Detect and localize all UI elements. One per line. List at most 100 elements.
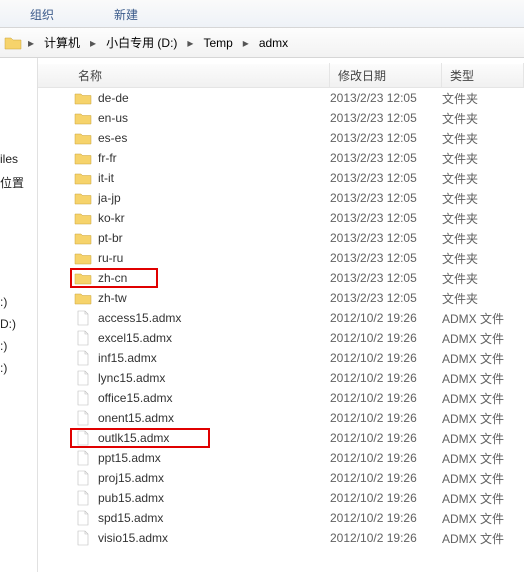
file-type: ADMX 文件	[442, 450, 524, 467]
sidebar-item[interactable]: :)	[0, 291, 37, 313]
file-name: pub15.admx	[98, 491, 330, 505]
list-item[interactable]: lync15.admx2012/10/2 19:26ADMX 文件	[38, 368, 524, 388]
chevron-right-icon[interactable]: ▸	[26, 36, 36, 50]
file-name: spd15.admx	[98, 511, 330, 525]
file-date: 2012/10/2 19:26	[330, 391, 442, 405]
file-name: access15.admx	[98, 311, 330, 325]
sidebar-item[interactable]	[0, 211, 37, 219]
list-item[interactable]: ko-kr2013/2/23 12:05文件夹	[38, 208, 524, 228]
list-item[interactable]: ru-ru2013/2/23 12:05文件夹	[38, 248, 524, 268]
file-name: proj15.admx	[98, 471, 330, 485]
file-icon	[74, 490, 92, 506]
chevron-right-icon[interactable]: ▸	[185, 36, 195, 50]
file-type: ADMX 文件	[442, 370, 524, 387]
address-bar[interactable]: ▸ 计算机 ▸ 小白专用 (D:) ▸ Temp ▸ admx	[0, 28, 524, 58]
file-type: 文件夹	[442, 150, 524, 167]
breadcrumb-item[interactable]: 小白专用 (D:)	[102, 32, 181, 53]
list-item[interactable]: spd15.admx2012/10/2 19:26ADMX 文件	[38, 508, 524, 528]
sidebar-item[interactable]	[0, 259, 37, 267]
file-type: ADMX 文件	[442, 310, 524, 327]
folder-icon	[74, 190, 92, 206]
sidebar-item[interactable]	[0, 235, 37, 243]
breadcrumb-item[interactable]: Temp	[199, 34, 236, 52]
column-type[interactable]: 类型	[442, 63, 524, 88]
menu-organize[interactable]: 组织	[0, 0, 84, 27]
file-type: ADMX 文件	[442, 330, 524, 347]
sidebar-item[interactable]	[0, 275, 37, 283]
list-item[interactable]: visio15.admx2012/10/2 19:26ADMX 文件	[38, 528, 524, 548]
sidebar-item[interactable]	[0, 219, 37, 227]
sidebar-item[interactable]: :)	[0, 335, 37, 357]
column-date[interactable]: 修改日期	[330, 63, 442, 88]
menu-new[interactable]: 新建	[84, 0, 168, 27]
breadcrumb-item[interactable]: 计算机	[40, 32, 84, 53]
sidebar-item[interactable]	[0, 243, 37, 251]
file-icon	[74, 390, 92, 406]
file-type: 文件夹	[442, 130, 524, 147]
file-date: 2012/10/2 19:26	[330, 451, 442, 465]
folder-icon	[74, 250, 92, 266]
sidebar-item[interactable]	[0, 283, 37, 291]
breadcrumb-item[interactable]: admx	[255, 34, 292, 52]
folder-icon	[74, 110, 92, 126]
file-icon	[74, 370, 92, 386]
file-name: ja-jp	[98, 191, 330, 205]
file-type: ADMX 文件	[442, 390, 524, 407]
file-type: 文件夹	[442, 250, 524, 267]
file-date: 2013/2/23 12:05	[330, 251, 442, 265]
list-item[interactable]: onent15.admx2012/10/2 19:26ADMX 文件	[38, 408, 524, 428]
file-date: 2012/10/2 19:26	[330, 371, 442, 385]
sidebar-item[interactable]: iles	[0, 148, 37, 170]
file-date: 2013/2/23 12:05	[330, 231, 442, 245]
sidebar-item[interactable]	[0, 203, 37, 211]
list-item[interactable]: it-it2013/2/23 12:05文件夹	[38, 168, 524, 188]
sidebar-item[interactable]	[0, 227, 37, 235]
file-list: 名称 修改日期 类型 de-de2013/2/23 12:05文件夹en-us2…	[38, 58, 524, 572]
chevron-right-icon[interactable]: ▸	[88, 36, 98, 50]
file-name: inf15.admx	[98, 351, 330, 365]
file-name: zh-cn	[98, 271, 330, 285]
chevron-right-icon[interactable]: ▸	[241, 36, 251, 50]
file-date: 2013/2/23 12:05	[330, 211, 442, 225]
file-type: ADMX 文件	[442, 430, 524, 447]
list-item[interactable]: zh-cn2013/2/23 12:05文件夹	[38, 268, 524, 288]
sidebar-item[interactable]	[0, 267, 37, 275]
list-item[interactable]: proj15.admx2012/10/2 19:26ADMX 文件	[38, 468, 524, 488]
file-name: it-it	[98, 171, 330, 185]
column-name[interactable]: 名称	[38, 63, 330, 88]
list-item[interactable]: es-es2013/2/23 12:05文件夹	[38, 128, 524, 148]
folder-icon	[74, 90, 92, 106]
sidebar-item[interactable]	[0, 251, 37, 259]
file-type: 文件夹	[442, 210, 524, 227]
file-name: en-us	[98, 111, 330, 125]
file-date: 2013/2/23 12:05	[330, 171, 442, 185]
file-type: ADMX 文件	[442, 530, 524, 547]
list-item[interactable]: fr-fr2013/2/23 12:05文件夹	[38, 148, 524, 168]
list-item[interactable]: office15.admx2012/10/2 19:26ADMX 文件	[38, 388, 524, 408]
file-icon	[74, 310, 92, 326]
sidebar-item[interactable]: D:)	[0, 313, 37, 335]
sidebar-item[interactable]: :)	[0, 357, 37, 379]
list-item[interactable]: outlk15.admx2012/10/2 19:26ADMX 文件	[38, 428, 524, 448]
list-item[interactable]: de-de2013/2/23 12:05文件夹	[38, 88, 524, 108]
file-icon	[74, 330, 92, 346]
list-item[interactable]: excel15.admx2012/10/2 19:26ADMX 文件	[38, 328, 524, 348]
file-name: onent15.admx	[98, 411, 330, 425]
list-item[interactable]: ja-jp2013/2/23 12:05文件夹	[38, 188, 524, 208]
sidebar-item[interactable]	[0, 195, 37, 203]
sidebar-item[interactable]: 位置	[0, 170, 37, 195]
file-icon	[74, 470, 92, 486]
file-type: 文件夹	[442, 270, 524, 287]
file-name: zh-tw	[98, 291, 330, 305]
list-item[interactable]: zh-tw2013/2/23 12:05文件夹	[38, 288, 524, 308]
file-date: 2012/10/2 19:26	[330, 491, 442, 505]
file-date: 2012/10/2 19:26	[330, 311, 442, 325]
list-item[interactable]: en-us2013/2/23 12:05文件夹	[38, 108, 524, 128]
file-name: fr-fr	[98, 151, 330, 165]
list-item[interactable]: access15.admx2012/10/2 19:26ADMX 文件	[38, 308, 524, 328]
column-headers: 名称 修改日期 类型	[38, 64, 524, 88]
list-item[interactable]: ppt15.admx2012/10/2 19:26ADMX 文件	[38, 448, 524, 468]
list-item[interactable]: pub15.admx2012/10/2 19:26ADMX 文件	[38, 488, 524, 508]
list-item[interactable]: pt-br2013/2/23 12:05文件夹	[38, 228, 524, 248]
list-item[interactable]: inf15.admx2012/10/2 19:26ADMX 文件	[38, 348, 524, 368]
